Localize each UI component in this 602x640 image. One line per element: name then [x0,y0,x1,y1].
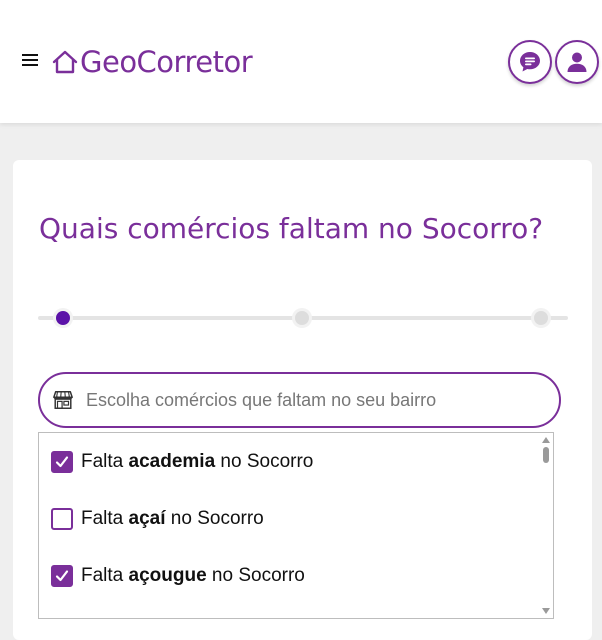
option-suffix: no Socorro [165,508,264,529]
question-title: Quais comércios faltam no Socorro? [39,212,544,245]
option-suffix: no Socorro [206,565,305,586]
question-card: Quais comércios faltam no Socorro? Falta… [13,160,592,640]
scroll-down-arrow-icon[interactable] [542,608,550,614]
store-icon [53,391,73,409]
business-search-input[interactable] [86,389,559,411]
checkbox-checked[interactable] [51,451,73,473]
scroll-up-arrow-icon[interactable] [542,437,550,443]
checkbox-unchecked[interactable] [51,508,73,530]
business-options-list[interactable]: Falta academia no Socorro Falta açaí no … [38,432,554,619]
option-item: academia [128,451,216,472]
option-suffix: no Socorro [215,451,314,472]
user-profile-button[interactable] [555,40,599,84]
app-header: GeoCorretor [0,0,602,123]
chat-button[interactable] [508,40,552,84]
checkbox-checked[interactable] [51,565,73,587]
business-search-field[interactable] [38,372,561,428]
option-prefix: Falta [81,508,129,529]
home-icon [52,50,78,74]
progress-step-3 [531,308,551,328]
logo-text: GeoCorretor [80,45,253,79]
list-scrollbar[interactable] [539,433,553,618]
chat-bubble-icon [520,52,540,72]
option-academia[interactable]: Falta academia no Socorro [51,449,313,475]
progress-step-1 [53,308,73,328]
hamburger-menu-icon[interactable] [22,54,38,68]
option-acai[interactable]: Falta açaí no Socorro [51,506,264,532]
option-prefix: Falta [81,565,129,586]
option-item: açougue [128,565,207,586]
scroll-thumb[interactable] [543,447,549,463]
user-profile-icon [567,52,587,72]
option-acougue[interactable]: Falta açougue no Socorro [51,563,305,589]
option-item: açaí [128,508,166,529]
progress-step-2 [292,308,312,328]
option-prefix: Falta [81,451,129,472]
logo[interactable]: GeoCorretor [52,42,253,82]
progress-stepper [38,308,568,328]
